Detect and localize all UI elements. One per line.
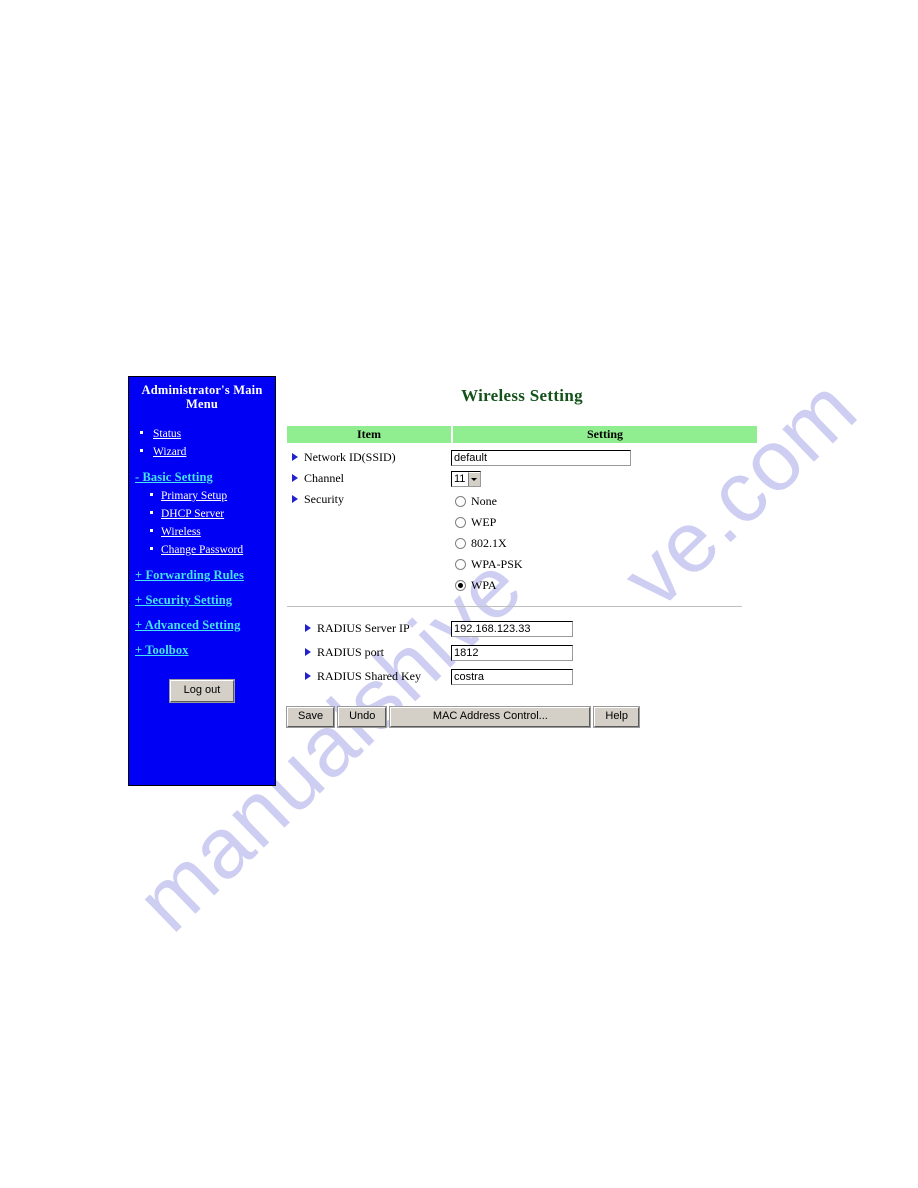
chevron-down-icon[interactable] bbox=[468, 472, 480, 486]
label-radius-server-ip: RADIUS Server IP bbox=[287, 619, 451, 637]
save-button[interactable]: Save bbox=[285, 706, 336, 728]
sidebar-title-line-2: Menu bbox=[185, 397, 219, 411]
channel-select-value: 11 bbox=[454, 473, 466, 485]
label-channel-text: Channel bbox=[304, 471, 344, 485]
triangle-right-icon bbox=[305, 624, 311, 632]
radio-label-wep[interactable]: WEP bbox=[471, 515, 496, 530]
logout-button[interactable]: Log out bbox=[168, 679, 236, 703]
radio-option-8021x[interactable]: 802.1X bbox=[455, 533, 757, 553]
field-network-id bbox=[451, 448, 757, 466]
field-radius-shared-key bbox=[451, 667, 757, 685]
sidebar-item-wizard[interactable]: Wizard bbox=[129, 443, 275, 460]
radio-label-wpa-psk[interactable]: WPA-PSK bbox=[471, 557, 523, 572]
radius-port-input[interactable] bbox=[451, 645, 573, 661]
settings-table-header: Item Setting bbox=[287, 426, 757, 443]
sidebar-item-wireless[interactable]: Wireless bbox=[129, 523, 275, 540]
logout-container: Log out bbox=[129, 679, 275, 703]
label-network-id: Network ID(SSID) bbox=[287, 448, 451, 467]
undo-button[interactable]: Undo bbox=[337, 706, 388, 728]
sidebar-section-advanced-setting[interactable]: + Advanced Setting bbox=[129, 617, 275, 633]
triangle-right-icon bbox=[305, 648, 311, 656]
triangle-right-icon bbox=[305, 672, 311, 680]
security-radio-group: None WEP 802.1X WPA-PSK WPA bbox=[451, 490, 757, 596]
sidebar-link-status[interactable]: Status bbox=[153, 428, 181, 440]
label-radius-server-ip-text: RADIUS Server IP bbox=[317, 621, 410, 635]
sidebar-link-security-setting[interactable]: + Security Setting bbox=[135, 593, 232, 607]
sidebar-link-change-password[interactable]: Change Password bbox=[161, 544, 243, 556]
radio-icon-wep[interactable] bbox=[455, 516, 466, 528]
action-button-bar: Save Undo MAC Address Control... Help bbox=[285, 706, 757, 728]
sidebar-link-wireless[interactable]: Wireless bbox=[161, 526, 201, 538]
label-network-id-text: Network ID(SSID) bbox=[304, 450, 396, 464]
help-button[interactable]: Help bbox=[593, 706, 640, 728]
field-radius-server-ip bbox=[451, 619, 757, 637]
row-security: Security None WEP 802.1X WPA-PSK WPA bbox=[287, 490, 757, 596]
label-security: Security bbox=[287, 490, 451, 509]
sidebar-link-forwarding-rules[interactable]: + Forwarding Rules bbox=[135, 568, 244, 582]
radius-server-ip-input[interactable] bbox=[451, 621, 573, 637]
radio-option-wep[interactable]: WEP bbox=[455, 512, 757, 532]
sidebar-item-primary-setup[interactable]: Primary Setup bbox=[129, 487, 275, 504]
column-header-setting: Setting bbox=[453, 426, 757, 443]
row-channel: Channel 11 bbox=[287, 469, 757, 490]
sidebar-link-primary-setup[interactable]: Primary Setup bbox=[161, 490, 227, 502]
radio-icon-wpa[interactable] bbox=[455, 579, 466, 591]
field-radius-port bbox=[451, 643, 757, 661]
mac-address-control-button[interactable]: MAC Address Control... bbox=[389, 706, 592, 728]
column-header-item: Item bbox=[287, 426, 453, 443]
sidebar-section-toolbox[interactable]: + Toolbox bbox=[129, 642, 275, 658]
sidebar-item-status[interactable]: Status bbox=[129, 425, 275, 442]
radio-icon-8021x[interactable] bbox=[455, 537, 466, 549]
sidebar-title: Administrator's Main Menu bbox=[129, 377, 275, 411]
triangle-right-icon bbox=[292, 474, 298, 482]
row-radius-port: RADIUS port bbox=[287, 643, 757, 667]
label-radius-shared-key: RADIUS Shared Key bbox=[287, 667, 451, 685]
radio-label-wpa[interactable]: WPA bbox=[471, 578, 497, 593]
router-admin-page: Administrator's Main Menu Status Wizard … bbox=[0, 0, 918, 1188]
sidebar-link-toolbox[interactable]: + Toolbox bbox=[135, 643, 189, 657]
sidebar-top-list: Status Wizard bbox=[129, 425, 275, 460]
radio-option-wpa-psk[interactable]: WPA-PSK bbox=[455, 554, 757, 574]
row-radius-server-ip: RADIUS Server IP bbox=[287, 619, 757, 643]
section-divider bbox=[287, 606, 742, 607]
page-title: Wireless Setting bbox=[461, 386, 583, 405]
radio-label-8021x[interactable]: 802.1X bbox=[471, 536, 507, 551]
main-content: Wireless Setting Item Setting Network ID… bbox=[285, 386, 757, 728]
sidebar-link-wizard[interactable]: Wizard bbox=[153, 446, 186, 458]
label-radius-shared-key-text: RADIUS Shared Key bbox=[317, 669, 421, 683]
sidebar-section-security-setting[interactable]: + Security Setting bbox=[129, 592, 275, 608]
radio-option-none[interactable]: None bbox=[455, 491, 757, 511]
label-radius-port: RADIUS port bbox=[287, 643, 451, 661]
radius-shared-key-input[interactable] bbox=[451, 669, 573, 685]
label-security-text: Security bbox=[304, 492, 344, 506]
radio-label-none[interactable]: None bbox=[471, 494, 497, 509]
radio-icon-none[interactable] bbox=[455, 495, 466, 507]
sidebar-section-basic-setting[interactable]: - Basic Setting bbox=[129, 469, 275, 485]
sidebar-item-dhcp-server[interactable]: DHCP Server bbox=[129, 505, 275, 522]
triangle-right-icon bbox=[292, 495, 298, 503]
label-channel: Channel bbox=[287, 469, 451, 488]
triangle-right-icon bbox=[292, 453, 298, 461]
row-network-id: Network ID(SSID) bbox=[287, 448, 757, 469]
sidebar-section-forwarding-rules[interactable]: + Forwarding Rules bbox=[129, 567, 275, 583]
radio-icon-wpa-psk[interactable] bbox=[455, 558, 466, 570]
sidebar-link-advanced-setting[interactable]: + Advanced Setting bbox=[135, 618, 240, 632]
radio-option-wpa[interactable]: WPA bbox=[455, 575, 757, 595]
sidebar-link-dhcp-server[interactable]: DHCP Server bbox=[161, 508, 224, 520]
sidebar-link-basic-setting[interactable]: - Basic Setting bbox=[135, 470, 213, 484]
channel-select[interactable]: 11 bbox=[451, 471, 481, 487]
radius-settings-group: RADIUS Server IP RADIUS port RADIU bbox=[287, 619, 757, 691]
field-channel: 11 bbox=[451, 469, 757, 487]
row-radius-shared-key: RADIUS Shared Key bbox=[287, 667, 757, 691]
sidebar-navigation: Administrator's Main Menu Status Wizard … bbox=[128, 376, 276, 786]
label-radius-port-text: RADIUS port bbox=[317, 645, 385, 659]
sidebar-basic-setting-children: Primary Setup DHCP Server Wireless Chang… bbox=[129, 487, 275, 558]
sidebar-title-line-1: Administrator's Main bbox=[141, 383, 263, 397]
ssid-input[interactable] bbox=[451, 450, 631, 466]
sidebar-item-change-password[interactable]: Change Password bbox=[129, 541, 275, 558]
